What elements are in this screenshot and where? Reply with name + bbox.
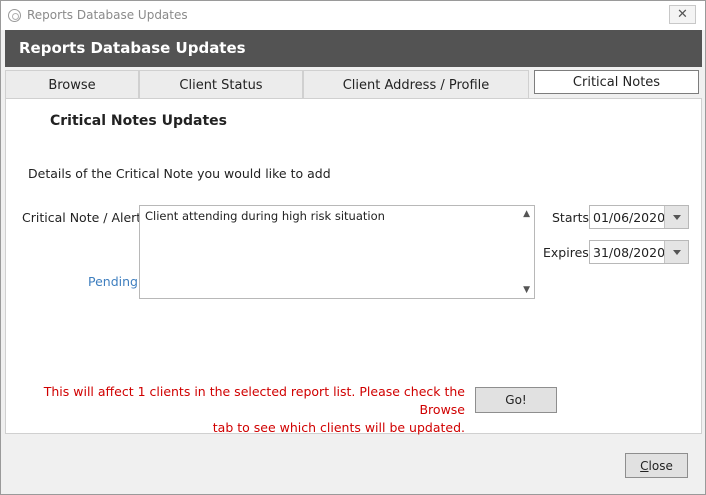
warning-message: This will affect 1 clients in the select…: [5, 383, 465, 437]
reports-database-updates-window: Reports Database Updates ✕ Reports Datab…: [0, 0, 706, 495]
scroll-up-icon[interactable]: ▲: [523, 209, 530, 219]
close-button-label: lose: [648, 458, 673, 473]
pending-link[interactable]: Pending: [88, 274, 138, 289]
tab-client-status[interactable]: Client Status: [139, 70, 303, 99]
tab-strip: Browse Client Status Client Address / Pr…: [5, 70, 702, 99]
section-title: Critical Notes Updates: [50, 113, 227, 129]
starts-label: Starts: [552, 210, 590, 225]
expires-dropdown-button[interactable]: [664, 241, 688, 263]
critical-note-textarea[interactable]: Client attending during high risk situat…: [139, 205, 535, 299]
critical-note-value: Client attending during high risk situat…: [145, 209, 385, 223]
warning-line-1: This will affect 1 clients in the select…: [43, 384, 465, 417]
expires-label: Expires: [543, 245, 589, 260]
close-button[interactable]: Close: [625, 453, 688, 478]
app-icon: [8, 9, 21, 22]
tab-browse[interactable]: Browse: [5, 70, 139, 99]
chevron-down-icon: [672, 249, 681, 255]
warning-line-2: tab to see which clients will be updated…: [212, 420, 465, 435]
expires-date-picker[interactable]: 31/08/2020: [589, 240, 689, 264]
header-band: Reports Database Updates: [5, 30, 702, 67]
header-title: Reports Database Updates: [19, 39, 246, 57]
chevron-down-icon: [672, 214, 681, 220]
close-button-mnemonic: C: [640, 458, 649, 473]
expires-date-value: 31/08/2020: [593, 245, 666, 260]
starts-dropdown-button[interactable]: [664, 206, 688, 228]
go-button[interactable]: Go!: [475, 387, 557, 413]
starts-date-value: 01/06/2020: [593, 210, 666, 225]
tab-critical-notes[interactable]: Critical Notes: [534, 70, 699, 94]
window-close-button[interactable]: ✕: [669, 5, 696, 24]
title-bar: Reports Database Updates ✕: [1, 1, 705, 30]
critical-note-label: Critical Note / Alert: [22, 210, 142, 225]
scroll-down-icon[interactable]: ▼: [523, 285, 530, 295]
critical-notes-panel: Critical Notes Updates Details of the Cr…: [5, 98, 702, 437]
starts-date-picker[interactable]: 01/06/2020: [589, 205, 689, 229]
window-title: Reports Database Updates: [27, 8, 188, 22]
details-instruction: Details of the Critical Note you would l…: [28, 166, 331, 181]
close-icon: ✕: [677, 7, 688, 22]
tab-client-address-profile[interactable]: Client Address / Profile: [303, 70, 529, 99]
